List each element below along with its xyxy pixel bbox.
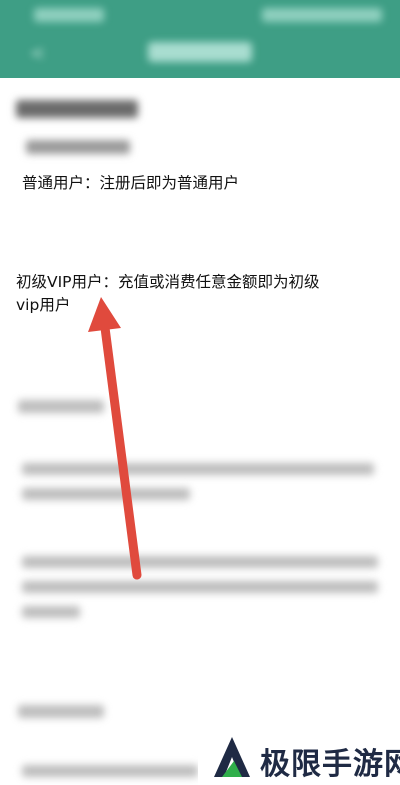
annotation-arrow — [88, 297, 142, 580]
watermark-badge: 极限手游网 — [198, 727, 400, 785]
watermark-brand-text: 极限手游网 — [260, 747, 400, 782]
brand-logo-icon — [214, 737, 250, 777]
